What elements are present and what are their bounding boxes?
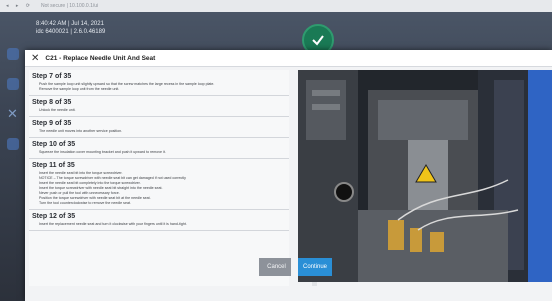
step-title: Step 12 of 35 — [32, 213, 76, 220]
dialog-header: ✕ C21 - Replace Needle Unit And Seat — [25, 50, 552, 67]
instruction-line: Remove the sample loop unit from the nee… — [39, 87, 120, 91]
instrument-photo-illustration — [298, 70, 552, 282]
dialog-footer — [25, 289, 552, 301]
step-item: Step 12 of 35 Insert the replacement nee… — [29, 210, 289, 231]
cancel-button[interactable]: Cancel — [259, 258, 291, 276]
wrench-icon[interactable]: ✕ — [7, 107, 19, 120]
step-item: Step 11 of 35 Insert the needle seat bit… — [29, 159, 289, 210]
status-version: idc 6400021 | 2.6.0.46189 — [36, 29, 106, 35]
step-item: Step 7 of 35 Push the sample loop unit s… — [29, 70, 289, 96]
step-instructions: Insert the needle seat bit into the torq… — [29, 171, 289, 209]
browser-nav-buttons[interactable]: ◂ ▸ ⟳ — [6, 3, 33, 9]
step-instructions: Squeeze the insulation cover mounting br… — [29, 150, 289, 158]
instruction-line: Turn the tool counterclockwise to remove… — [39, 201, 131, 205]
side-navigation: ✕ — [2, 40, 24, 248]
tools-icon: ✕ — [31, 52, 40, 64]
step-instructions: Insert the replacement needle seat and t… — [29, 222, 289, 230]
status-time: 8:40:42 AM | Jul 14, 2021 — [36, 21, 104, 27]
instruction-line: The needle unit moves into another servi… — [39, 129, 123, 133]
dialog-title: C21 - Replace Needle Unit And Seat — [45, 54, 156, 62]
step-title: Step 9 of 35 — [32, 120, 72, 127]
step-item: Step 10 of 35 Squeeze the insulation cov… — [29, 138, 289, 159]
step-item: Step 8 of 35 Unlock the needle unit. — [29, 96, 289, 117]
instrument-status: 8:40:42 AM | Jul 14, 2021 idc 6400021 | … — [36, 20, 105, 36]
instruction-line: Unlock the needle unit. — [39, 108, 76, 112]
instruction-line: Insert the replacement needle seat and t… — [39, 222, 187, 226]
instruction-line: Squeeze the insulation cover mounting br… — [39, 150, 166, 154]
step-instructions: The needle unit moves into another servi… — [29, 129, 289, 137]
step-title: Step 8 of 35 — [32, 99, 72, 106]
cancel-label: Cancel — [267, 264, 286, 270]
step-title: Step 7 of 35 — [32, 73, 72, 80]
step-instructions: Push the sample loop unit slightly upwar… — [29, 82, 289, 95]
step-title: Step 11 of 35 — [32, 162, 75, 169]
continue-button[interactable]: Continue — [298, 258, 332, 276]
step-title: Step 10 of 35 — [32, 141, 76, 148]
nav-home-icon[interactable] — [7, 48, 19, 60]
nav-samples-icon[interactable] — [7, 78, 19, 90]
step-item: Step 9 of 35 The needle unit moves into … — [29, 117, 289, 138]
instruction-image — [298, 70, 552, 282]
continue-label: Continue — [302, 264, 328, 270]
step-instructions: Unlock the needle unit. — [29, 108, 289, 116]
nav-settings-icon[interactable] — [7, 138, 19, 150]
steps-list[interactable]: Step 7 of 35 Push the sample loop unit s… — [29, 70, 289, 286]
address-bar[interactable]: Not secure | 10.100.0.1/ui — [41, 3, 98, 9]
checkmark-icon — [312, 35, 324, 46]
